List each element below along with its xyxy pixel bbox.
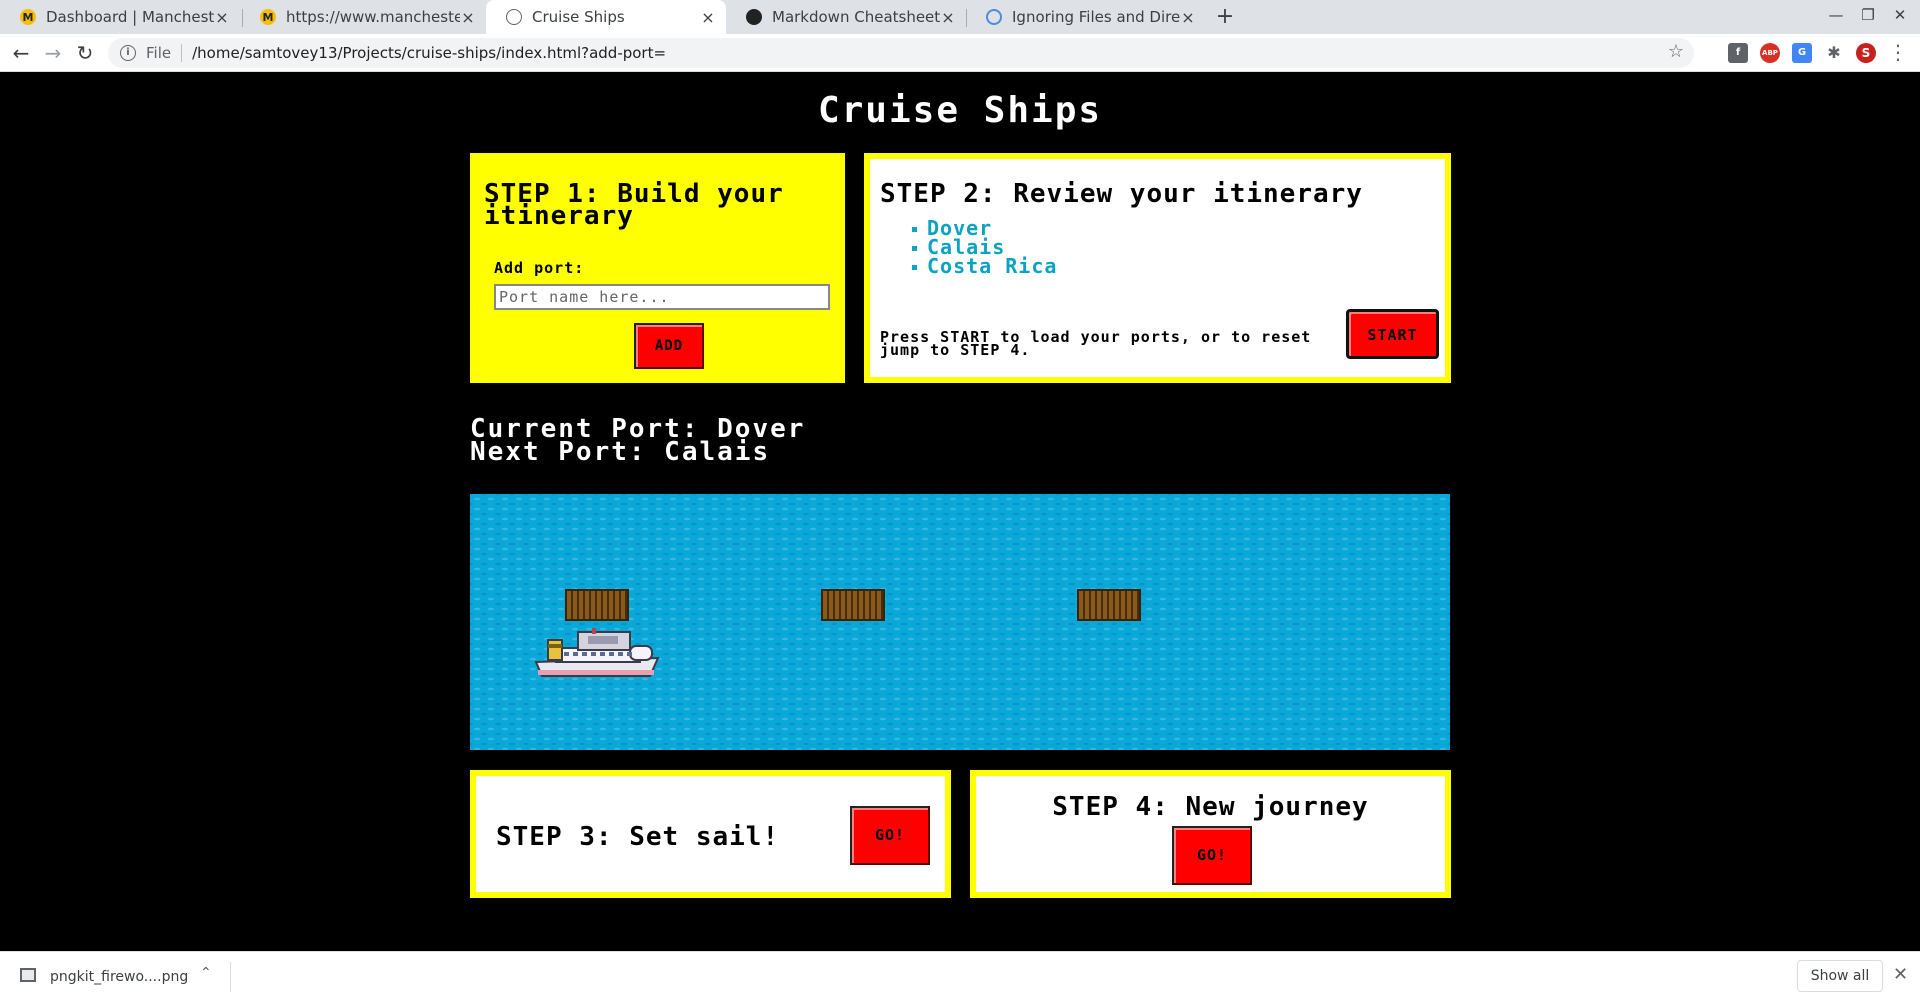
puzzle-icon[interactable]: ✱ (1824, 43, 1844, 63)
mcc-logo-icon: M (260, 9, 276, 25)
download-file-name[interactable]: pngkit_firewo....png (50, 969, 188, 985)
itinerary-list: Dover Calais Costa Rica (912, 218, 1057, 276)
step4-heading: STEP 4: New journey (1052, 792, 1369, 822)
profile-avatar[interactable]: S (1856, 43, 1876, 63)
tab-title: Dashboard | Manchester Co (46, 8, 214, 26)
forward-icon[interactable]: → (40, 40, 66, 66)
omnibox-divider (181, 44, 183, 62)
chevron-up-icon[interactable]: ⌃ (200, 965, 212, 981)
download-bar: pngkit_firewo....png ⌃ Show all ✕ (0, 951, 1920, 1000)
tab-strip: M Dashboard | Manchester Co × M https://… (0, 0, 1920, 34)
step3-panel: STEP 3: Set sail! GO! (470, 770, 951, 898)
port-name-input[interactable] (494, 284, 830, 310)
minimize-icon[interactable]: — (1821, 6, 1851, 24)
page-content: Cruise Ships STEP 1: Build your itinerar… (0, 72, 1920, 951)
adblock-icon[interactable]: ABP (1760, 43, 1780, 63)
menu-kebab-icon[interactable]: ⋮ (1888, 40, 1908, 64)
page-title: Cruise Ships (817, 90, 1103, 131)
close-icon[interactable]: × (214, 8, 230, 27)
close-icon[interactable]: × (460, 8, 476, 27)
dock-icon (1077, 589, 1141, 621)
restore-icon[interactable]: ❐ (1853, 6, 1883, 24)
dock-icon (821, 589, 885, 621)
add-port-label: Add port: (494, 259, 585, 277)
tab-cruise-ships[interactable]: Cruise Ships × (486, 0, 726, 34)
port-status: Current Port: Dover Next Port: Calais (470, 416, 805, 467)
globe-icon (506, 9, 522, 25)
start-instructions: Press START to load your ports, or to re… (880, 328, 1312, 359)
step2-heading: STEP 2: Review your itinerary (880, 179, 1363, 209)
tab-title: https://www.manchesterco (286, 8, 460, 26)
step2-panel: STEP 2: Review your itinerary Dover Cala… (864, 153, 1451, 383)
close-icon[interactable]: × (1180, 8, 1196, 27)
facebook-icon[interactable]: f (1728, 43, 1748, 63)
tab-title: Cruise Ships (532, 8, 625, 26)
tab-title: Ignoring Files and Director (1012, 8, 1180, 26)
address-bar[interactable]: i File /home/samtovey13/Projects/cruise-… (108, 38, 1694, 68)
scheme-label: File (146, 44, 172, 62)
close-icon[interactable]: ✕ (1893, 964, 1908, 985)
translate-icon[interactable]: G (1792, 43, 1812, 63)
tab-title: Markdown Cheatsheet · ad (772, 8, 940, 26)
new-tab-button[interactable]: + (1212, 4, 1238, 30)
image-file-icon (20, 968, 36, 982)
download-divider (230, 962, 231, 992)
step4-panel: STEP 4: New journey GO! (970, 770, 1451, 898)
ignore-icon (986, 9, 1002, 25)
tab-dashboard[interactable]: M Dashboard | Manchester Co × (0, 0, 240, 34)
mcc-logo-icon: M (20, 9, 36, 25)
window-close-icon[interactable]: ✕ (1885, 6, 1915, 24)
github-icon (746, 9, 762, 25)
tab-manchestercodes[interactable]: M https://www.manchesterco × (240, 0, 486, 34)
step1-panel: STEP 1: Build your itinerary Add port: A… (470, 153, 845, 383)
show-all-button[interactable]: Show all (1797, 960, 1883, 992)
close-icon[interactable]: × (700, 8, 716, 27)
reload-icon[interactable]: ↻ (72, 40, 98, 66)
tab-ignoring-files[interactable]: Ignoring Files and Director × (966, 0, 1206, 34)
cruise-ship-icon (534, 628, 660, 677)
step3-heading: STEP 3: Set sail! (496, 822, 780, 852)
sea-map (470, 494, 1450, 750)
bookmark-star-icon[interactable]: ☆ (1668, 41, 1684, 62)
add-port-button[interactable]: ADD (634, 323, 704, 369)
close-icon[interactable]: × (940, 8, 956, 27)
step1-heading: STEP 1: Build your itinerary (484, 179, 784, 231)
set-sail-button[interactable]: GO! (850, 806, 930, 865)
browser-toolbar: ← → ↻ i File /home/samtovey13/Projects/c… (0, 34, 1920, 72)
info-icon[interactable]: i (120, 45, 136, 61)
next-port-text: Next Port: Calais (470, 437, 771, 467)
dock-icon (565, 589, 629, 621)
back-icon[interactable]: ← (8, 40, 34, 66)
start-button[interactable]: START (1346, 309, 1439, 359)
tab-markdown-cheatsheet[interactable]: Markdown Cheatsheet · ad × (726, 0, 966, 34)
itinerary-item: Costa Rica (912, 256, 1057, 276)
new-journey-button[interactable]: GO! (1172, 826, 1252, 885)
url-text[interactable]: /home/samtovey13/Projects/cruise-ships/i… (192, 44, 666, 62)
